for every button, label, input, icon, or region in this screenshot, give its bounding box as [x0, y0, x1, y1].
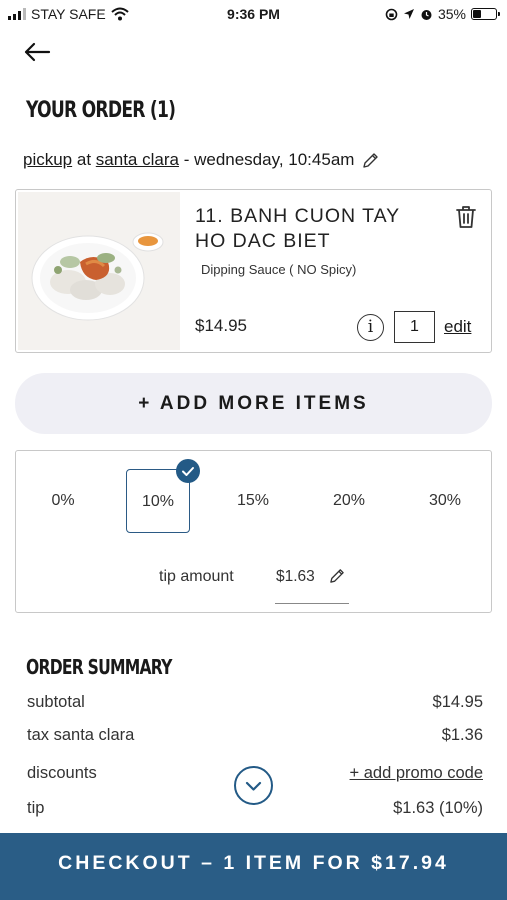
pencil-icon[interactable] — [329, 568, 345, 584]
pickup-time: - wednesday, 10:45am — [183, 150, 355, 169]
status-right: 35% — [385, 6, 500, 22]
edit-pencil-icon[interactable] — [362, 152, 379, 169]
battery-percent: 35% — [437, 6, 466, 22]
tip-value: $1.63 (10%) — [393, 799, 483, 817]
checkout-button[interactable]: CHECKOUT – 1 ITEM FOR $17.94 — [0, 833, 507, 900]
battery-icon — [471, 8, 500, 20]
tip-option-15[interactable]: 15% — [221, 469, 285, 533]
order-at-label: at — [76, 150, 92, 169]
cart-item-card: 11. BANH CUON TAY HO DAC BIET Dipping Sa… — [15, 189, 492, 353]
tax-value: $1.36 — [441, 726, 483, 744]
tip-option-0[interactable]: 0% — [31, 469, 95, 533]
trash-icon — [456, 206, 476, 228]
info-icon[interactable]: i — [357, 314, 384, 341]
expand-summary-button[interactable] — [234, 766, 273, 805]
subtotal-label: subtotal — [27, 693, 85, 711]
tip-option-30[interactable]: 30% — [413, 469, 477, 533]
location-icon — [403, 9, 414, 19]
edit-item-link[interactable]: edit — [444, 317, 471, 337]
quantity-input[interactable]: 1 — [394, 311, 435, 343]
tax-label: tax santa clara — [27, 726, 135, 744]
add-promo-code-link[interactable]: + add promo code — [350, 764, 483, 783]
order-info: pickup at santa clara - wednesday, 10:45… — [23, 150, 379, 170]
status-bar: STAY SAFE 9:36 PM 35% — [0, 0, 507, 30]
tip-option-20[interactable]: 20% — [317, 469, 381, 533]
chevron-down-icon — [245, 781, 262, 791]
check-icon — [176, 459, 200, 483]
tip-card: 0% 10% 15% 20% 30% tip amount $1.63 — [15, 450, 492, 613]
discounts-label: discounts — [27, 764, 97, 782]
tip-amount-label: tip amount — [159, 568, 234, 585]
pickup-method-link[interactable]: pickup — [23, 150, 72, 170]
item-name: 11. BANH CUON TAY HO DAC BIET — [195, 205, 400, 252]
lock-rotation-icon — [385, 8, 398, 20]
page-title: YOUR ORDER (1) — [26, 98, 176, 123]
remove-item-button[interactable] — [454, 204, 478, 230]
back-button[interactable] — [22, 38, 52, 66]
item-option: Dipping Sauce ( NO Spicy) — [201, 262, 357, 277]
tip-amount-underline — [275, 603, 349, 604]
subtotal-value: $14.95 — [432, 693, 483, 711]
add-more-items-button[interactable]: + ADD MORE ITEMS — [15, 373, 492, 434]
back-arrow-icon — [24, 42, 51, 62]
item-image — [18, 192, 180, 350]
tip-amount-input[interactable]: $1.63 — [276, 568, 315, 586]
item-price: $14.95 — [195, 316, 247, 335]
order-summary-title: ORDER SUMMARY — [26, 655, 172, 679]
alarm-icon — [421, 9, 432, 20]
battery-fill — [473, 10, 481, 18]
tip-label: tip — [27, 799, 45, 817]
location-link[interactable]: santa clara — [96, 150, 179, 170]
